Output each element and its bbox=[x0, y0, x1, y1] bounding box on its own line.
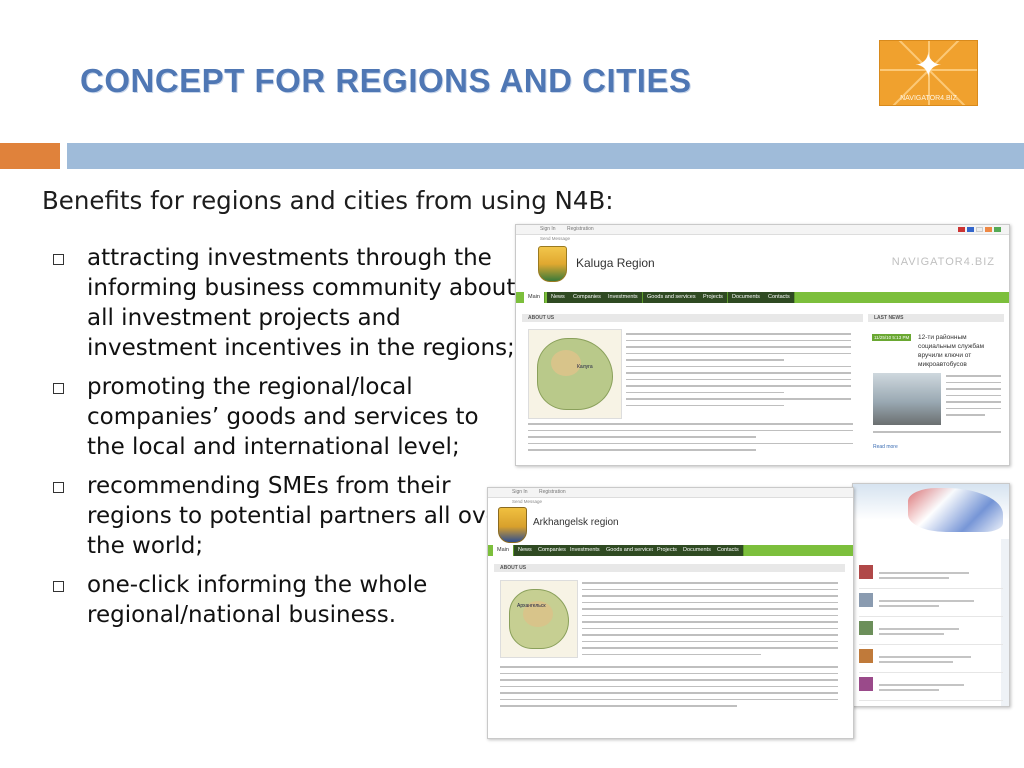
send-message-link[interactable]: Send Message bbox=[516, 235, 1009, 242]
news-date: 11/25/10 5:13 PM bbox=[872, 334, 912, 341]
site-brand: NAVIGATOR4.BIZ bbox=[891, 256, 995, 268]
list-item: promoting the regional/local companies’ … bbox=[48, 372, 518, 462]
sign-in-link[interactable]: Sign In bbox=[512, 489, 528, 495]
list-item bbox=[859, 618, 1003, 645]
navigator-logo: ✦ NAVIGATOR4.BIZ bbox=[879, 40, 978, 106]
news-text bbox=[946, 375, 1001, 421]
logo-wordmark: NAVIGATOR4.BIZ bbox=[900, 95, 957, 102]
slide-title: CONCEPT FOR REGIONS AND CITIES bbox=[80, 62, 692, 99]
nav-main[interactable]: Main bbox=[524, 292, 545, 303]
flag-icon[interactable] bbox=[985, 227, 992, 232]
registration-link[interactable]: Registration bbox=[539, 489, 566, 495]
kaluga-site-screenshot: Sign In Registration Send Message Kaluga… bbox=[515, 224, 1010, 466]
bullet-square-icon bbox=[53, 482, 64, 493]
star-logo-icon: ✦ bbox=[914, 46, 943, 86]
nav-documents[interactable]: Documents bbox=[679, 545, 716, 556]
russia-map-banner bbox=[908, 488, 1003, 532]
about-text-more bbox=[500, 666, 838, 712]
bullet-square-icon bbox=[53, 581, 64, 592]
nav-goods[interactable]: Goods and services bbox=[602, 545, 660, 556]
bullet-square-icon bbox=[53, 383, 64, 394]
map-label: Калуга bbox=[577, 364, 593, 370]
site-header: Arkhangelsk region bbox=[488, 505, 853, 543]
region-title: Kaluga Region bbox=[576, 256, 655, 270]
about-text bbox=[582, 582, 838, 660]
news-text-more bbox=[873, 431, 1001, 438]
site-header: Kaluga Region NAVIGATOR4.BIZ bbox=[516, 242, 1009, 286]
nav-goods[interactable]: Goods and services bbox=[643, 292, 701, 303]
list-item: attracting investments through the infor… bbox=[48, 243, 518, 363]
bullet-text: one-click informing the whole regional/n… bbox=[87, 572, 428, 628]
slide-subtitle: Benefits for regions and cities from usi… bbox=[42, 186, 614, 215]
about-heading: ABOUT US bbox=[494, 564, 845, 572]
read-more-link[interactable]: Read more bbox=[873, 444, 898, 450]
bullet-text: recommending SMEs from their regions to … bbox=[87, 473, 510, 559]
site-nav: Main News Companies Investments Goods an… bbox=[516, 292, 1009, 303]
about-text-more bbox=[528, 423, 853, 456]
region-crest-icon bbox=[538, 246, 567, 282]
list-item bbox=[859, 646, 1003, 673]
nav-contacts[interactable]: Contacts bbox=[764, 292, 795, 303]
sign-in-link[interactable]: Sign In bbox=[540, 226, 556, 232]
news-photo bbox=[873, 373, 941, 425]
about-heading: ABOUT US bbox=[522, 314, 863, 322]
region-title: Arkhangelsk region bbox=[533, 517, 619, 528]
portal-screenshot-russia bbox=[852, 483, 1010, 707]
nav-documents[interactable]: Documents bbox=[728, 292, 765, 303]
site-topbar: Sign In Registration bbox=[516, 225, 1009, 235]
registration-link[interactable]: Registration bbox=[567, 226, 594, 232]
language-flags bbox=[956, 227, 1001, 236]
list-item bbox=[859, 562, 1003, 589]
flag-icon[interactable] bbox=[994, 227, 1001, 232]
arkhangelsk-site-screenshot: Sign In Registration Send Message Arkhan… bbox=[487, 487, 854, 739]
map-label: Архангельск bbox=[517, 603, 546, 609]
flag-icon[interactable] bbox=[958, 227, 965, 232]
about-text bbox=[626, 333, 851, 411]
list-item bbox=[859, 674, 1003, 701]
news-title[interactable]: 12-ти районным социальным службам вручил… bbox=[918, 333, 1004, 369]
nav-news[interactable]: News bbox=[547, 292, 570, 303]
site-nav: Main News Companies Investments Goods an… bbox=[488, 545, 853, 556]
site-topbar: Sign In Registration bbox=[488, 488, 853, 498]
orange-band bbox=[0, 143, 60, 169]
nav-contacts[interactable]: Contacts bbox=[713, 545, 744, 556]
region-crest-icon bbox=[498, 507, 527, 543]
list-item: recommending SMEs from their regions to … bbox=[48, 471, 518, 561]
nav-investments[interactable]: Investments bbox=[566, 545, 605, 556]
nav-companies[interactable]: Companies bbox=[569, 292, 606, 303]
region-map: Архангельск bbox=[500, 580, 578, 658]
news-heading: LAST NEWS bbox=[868, 314, 1004, 322]
list-item bbox=[859, 590, 1003, 617]
flag-icon[interactable] bbox=[967, 227, 974, 232]
nav-main[interactable]: Main bbox=[493, 545, 514, 556]
blue-band bbox=[67, 143, 1024, 169]
bullet-square-icon bbox=[53, 254, 64, 265]
bullet-text: attracting investments through the infor… bbox=[87, 245, 516, 361]
flag-icon[interactable] bbox=[976, 227, 983, 232]
send-message-link[interactable]: Send Message bbox=[488, 498, 853, 505]
benefits-list: attracting investments through the infor… bbox=[48, 243, 518, 639]
bullet-text: promoting the regional/local companies’ … bbox=[87, 374, 479, 460]
region-map: Калуга bbox=[528, 329, 622, 419]
nav-projects[interactable]: Projects bbox=[653, 545, 682, 556]
list-item: one-click informing the whole regional/n… bbox=[48, 570, 518, 630]
nav-investments[interactable]: Investments bbox=[604, 292, 643, 303]
nav-projects[interactable]: Projects bbox=[699, 292, 728, 303]
